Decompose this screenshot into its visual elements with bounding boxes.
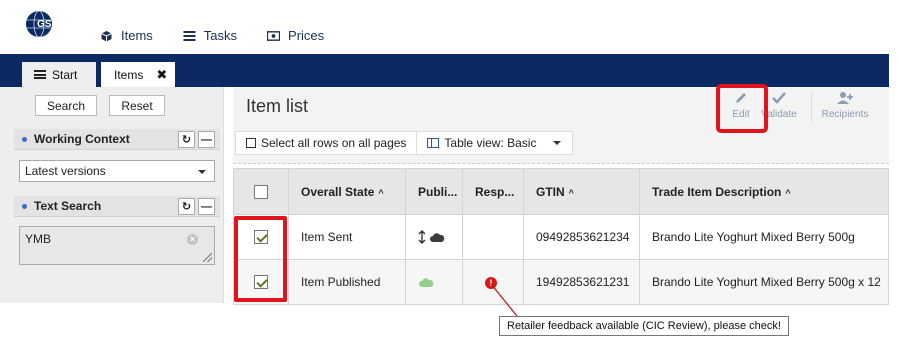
working-context-value: Latest versions (25, 164, 106, 178)
text-search-title: Text Search (34, 199, 102, 213)
chevron-down-icon (553, 141, 562, 145)
chevron-down-icon (198, 170, 206, 174)
column-header-overall-state[interactable]: Overall State ^ (288, 168, 406, 215)
search-button[interactable]: Search (35, 95, 97, 116)
cloud-published-icon (419, 278, 434, 288)
select-all-checkbox[interactable] (246, 138, 256, 148)
clear-icon[interactable]: × (187, 234, 198, 245)
close-icon[interactable]: ✖ (156, 67, 167, 83)
column-header-response[interactable]: Resp... (462, 168, 524, 215)
header-checkbox-cell (233, 168, 289, 215)
working-context-header: Working Context ↻ — (14, 129, 220, 150)
bullet-icon (22, 136, 27, 142)
sync-arrows-icon (418, 230, 426, 245)
recipients-button[interactable]: Recipients (818, 91, 872, 120)
description-cell: Brando Lite Yoghurt Mixed Berry 500g x 1… (639, 259, 889, 305)
column-header-label: Resp... (475, 184, 515, 199)
feedback-tooltip: Retailer feedback available (CIC Review)… (499, 316, 789, 336)
column-header-label: GTIN (536, 184, 565, 199)
nav-items-label: Items (121, 28, 153, 43)
select-all-label: Select all rows on all pages (261, 136, 407, 150)
text-search-input[interactable]: YMB × (19, 226, 215, 265)
select-all-rows[interactable]: Select all rows on all pages (236, 132, 416, 154)
text-search-value: YMB (25, 232, 52, 246)
table-row[interactable]: Item Published ! 19492853621231 Brando L… (233, 259, 889, 305)
resize-handle[interactable] (203, 253, 212, 262)
column-header-label: Overall State (301, 184, 375, 199)
gtin-cell: 19492853621231 (523, 259, 640, 305)
header-checkbox[interactable] (254, 184, 268, 199)
collapse-icon[interactable]: — (198, 131, 215, 148)
divider (233, 163, 889, 164)
column-header-description[interactable]: Trade Item Description ^ (639, 168, 889, 215)
item-table: Overall State ^ Publi... Resp... GTIN ^ Tr… (233, 168, 889, 305)
filter-panel (0, 87, 224, 303)
price-icon (267, 30, 281, 41)
working-context-select[interactable]: Latest versions (19, 160, 215, 182)
working-context-title: Working Context (34, 132, 130, 146)
refresh-icon[interactable]: ↻ (178, 198, 195, 215)
table-view-label: Table view: Basic (444, 136, 537, 150)
cloud-icon (430, 233, 445, 242)
checkbox-highlight (234, 216, 287, 302)
column-header-label: Publi... (418, 184, 458, 199)
nav-tasks[interactable]: Tasks (183, 28, 237, 43)
table-row[interactable]: Item Sent 09492853621234 Brando Lite Yog… (233, 214, 889, 260)
gs1-logo: GS1 (22, 6, 66, 42)
table-icon (427, 138, 440, 148)
overall-state-cell: Item Published (288, 259, 406, 305)
sort-asc-icon: ^ (785, 187, 791, 198)
tab-bar: Start Items ✖ (0, 54, 889, 87)
page-title: Item list (246, 96, 309, 116)
svg-text:GS1: GS1 (37, 19, 57, 30)
column-header-gtin[interactable]: GTIN ^ (523, 168, 640, 215)
bullet-icon (22, 203, 27, 209)
table-view-dropdown[interactable]: Table view: Basic (416, 132, 571, 154)
publication-cell (405, 214, 463, 260)
column-header-label: Trade Item Description (652, 184, 782, 199)
divider (811, 92, 812, 122)
overall-state-cell: Item Sent (288, 214, 406, 260)
nav-prices[interactable]: Prices (267, 28, 324, 43)
tasks-icon (183, 30, 196, 41)
check-icon (772, 92, 786, 104)
cube-icon (101, 30, 112, 41)
collapse-icon[interactable]: — (198, 198, 215, 215)
reset-button[interactable]: Reset (109, 95, 165, 116)
text-search-header: Text Search ↻ — (14, 196, 220, 217)
add-user-icon (837, 92, 853, 104)
gtin-cell: 09492853621234 (523, 214, 640, 260)
tab-items[interactable]: Items ✖ (101, 62, 175, 87)
top-navigation: Items Tasks Prices (100, 28, 324, 43)
description-cell: Brando Lite Yoghurt Mixed Berry 500g (639, 214, 889, 260)
publication-cell (405, 259, 463, 305)
nav-tasks-label: Tasks (203, 28, 238, 43)
list-options: Select all rows on all pages Table view:… (235, 131, 573, 155)
edit-highlight (716, 84, 768, 133)
sort-asc-icon: ^ (568, 187, 574, 198)
tab-start[interactable]: Start (22, 62, 96, 87)
column-header-publication[interactable]: Publi... (405, 168, 463, 215)
sort-asc-icon: ^ (378, 187, 384, 198)
response-cell (462, 214, 524, 260)
refresh-icon[interactable]: ↻ (178, 131, 195, 148)
recipients-label: Recipients (821, 109, 869, 120)
tab-items-label: Items (114, 67, 144, 82)
table-header-row: Overall State ^ Publi... Resp... GTIN ^ Tr… (233, 168, 889, 215)
nav-prices-label: Prices (288, 28, 325, 43)
menu-icon (34, 70, 46, 79)
tab-start-label: Start (52, 67, 78, 82)
nav-items[interactable]: Items (100, 28, 153, 43)
tooltip-pointer (490, 283, 518, 317)
